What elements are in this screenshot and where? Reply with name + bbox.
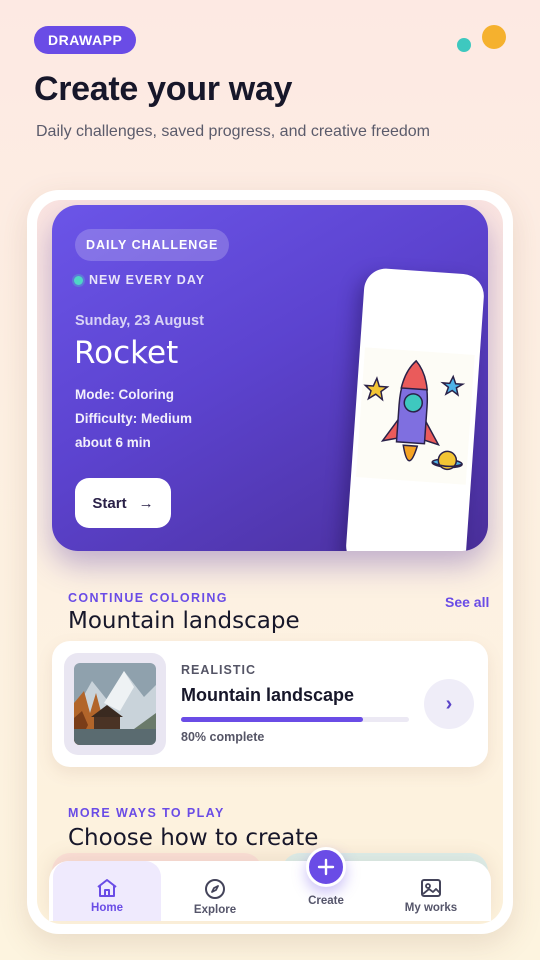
- more-eyebrow: MORE WAYS TO PLAY: [68, 806, 225, 820]
- challenge-title: Rocket: [74, 335, 179, 371]
- mountain-landscape-image: [74, 663, 156, 745]
- image-icon: [421, 879, 441, 897]
- challenge-mode: Mode: Coloring: [75, 387, 174, 402]
- challenge-difficulty: Difficulty: Medium: [75, 411, 192, 426]
- create-button[interactable]: [306, 847, 346, 887]
- phone-frame: DAILY CHALLENGE NEW EVERY DAY Sunday, 23…: [27, 190, 513, 934]
- rocket-illustration: [355, 347, 475, 485]
- see-all-link[interactable]: See all: [445, 594, 489, 610]
- app-screen: DAILY CHALLENGE NEW EVERY DAY Sunday, 23…: [37, 200, 503, 924]
- artwork-name: Mountain landscape: [181, 685, 355, 705]
- page-subtitle: Daily challenges, saved progress, and cr…: [36, 123, 430, 140]
- more-title: Choose how to create: [68, 825, 319, 851]
- nav-my-works-label: My works: [404, 902, 458, 914]
- artwork-category: REALISTIC: [181, 663, 256, 677]
- live-dot-icon: [74, 275, 83, 285]
- progress-label: 80% complete: [181, 730, 265, 744]
- rocket-icon: [363, 359, 466, 471]
- nav-my-works[interactable]: My works: [377, 861, 485, 921]
- start-button[interactable]: Start →: [75, 478, 171, 528]
- nav-explore[interactable]: Explore: [161, 861, 269, 921]
- brand-badge: DRAWAPP: [34, 26, 137, 54]
- nav-home-label: Home: [91, 902, 123, 914]
- nav-create-label[interactable]: Create: [291, 895, 361, 907]
- page-title: Create your way: [34, 70, 293, 108]
- home-icon: [97, 879, 117, 897]
- nav-home[interactable]: Home: [53, 861, 161, 921]
- bottom-nav: Home Explore Create My works: [49, 847, 491, 921]
- continue-eyebrow: CONTINUE COLORING: [68, 591, 228, 605]
- challenge-duration: about 6 min: [75, 435, 151, 450]
- decor-dot-teal: [457, 38, 471, 52]
- new-every-day-indicator: NEW EVERY DAY: [74, 273, 205, 287]
- plus-icon: [317, 858, 335, 876]
- compass-icon: [205, 879, 225, 899]
- phone-preview: [344, 267, 486, 551]
- arrow-right-icon: →: [138, 494, 154, 512]
- continue-card[interactable]: REALISTIC Mountain landscape 80% complet…: [52, 641, 488, 767]
- progress-fill: [181, 717, 364, 722]
- artwork-thumbnail: [64, 653, 166, 755]
- nav-explore-label: Explore: [193, 904, 237, 916]
- daily-challenge-badge: DAILY CHALLENGE: [75, 229, 230, 261]
- decor-dot-orange: [482, 25, 506, 49]
- start-label: Start: [92, 494, 127, 512]
- continue-title: Mountain landscape: [68, 608, 300, 634]
- progress-bar: [181, 717, 409, 722]
- chevron-right-icon[interactable]: ›: [424, 679, 474, 729]
- live-label: NEW EVERY DAY: [89, 273, 206, 287]
- daily-challenge-card[interactable]: DAILY CHALLENGE NEW EVERY DAY Sunday, 23…: [52, 205, 488, 551]
- challenge-date: Sunday, 23 August: [75, 313, 204, 329]
